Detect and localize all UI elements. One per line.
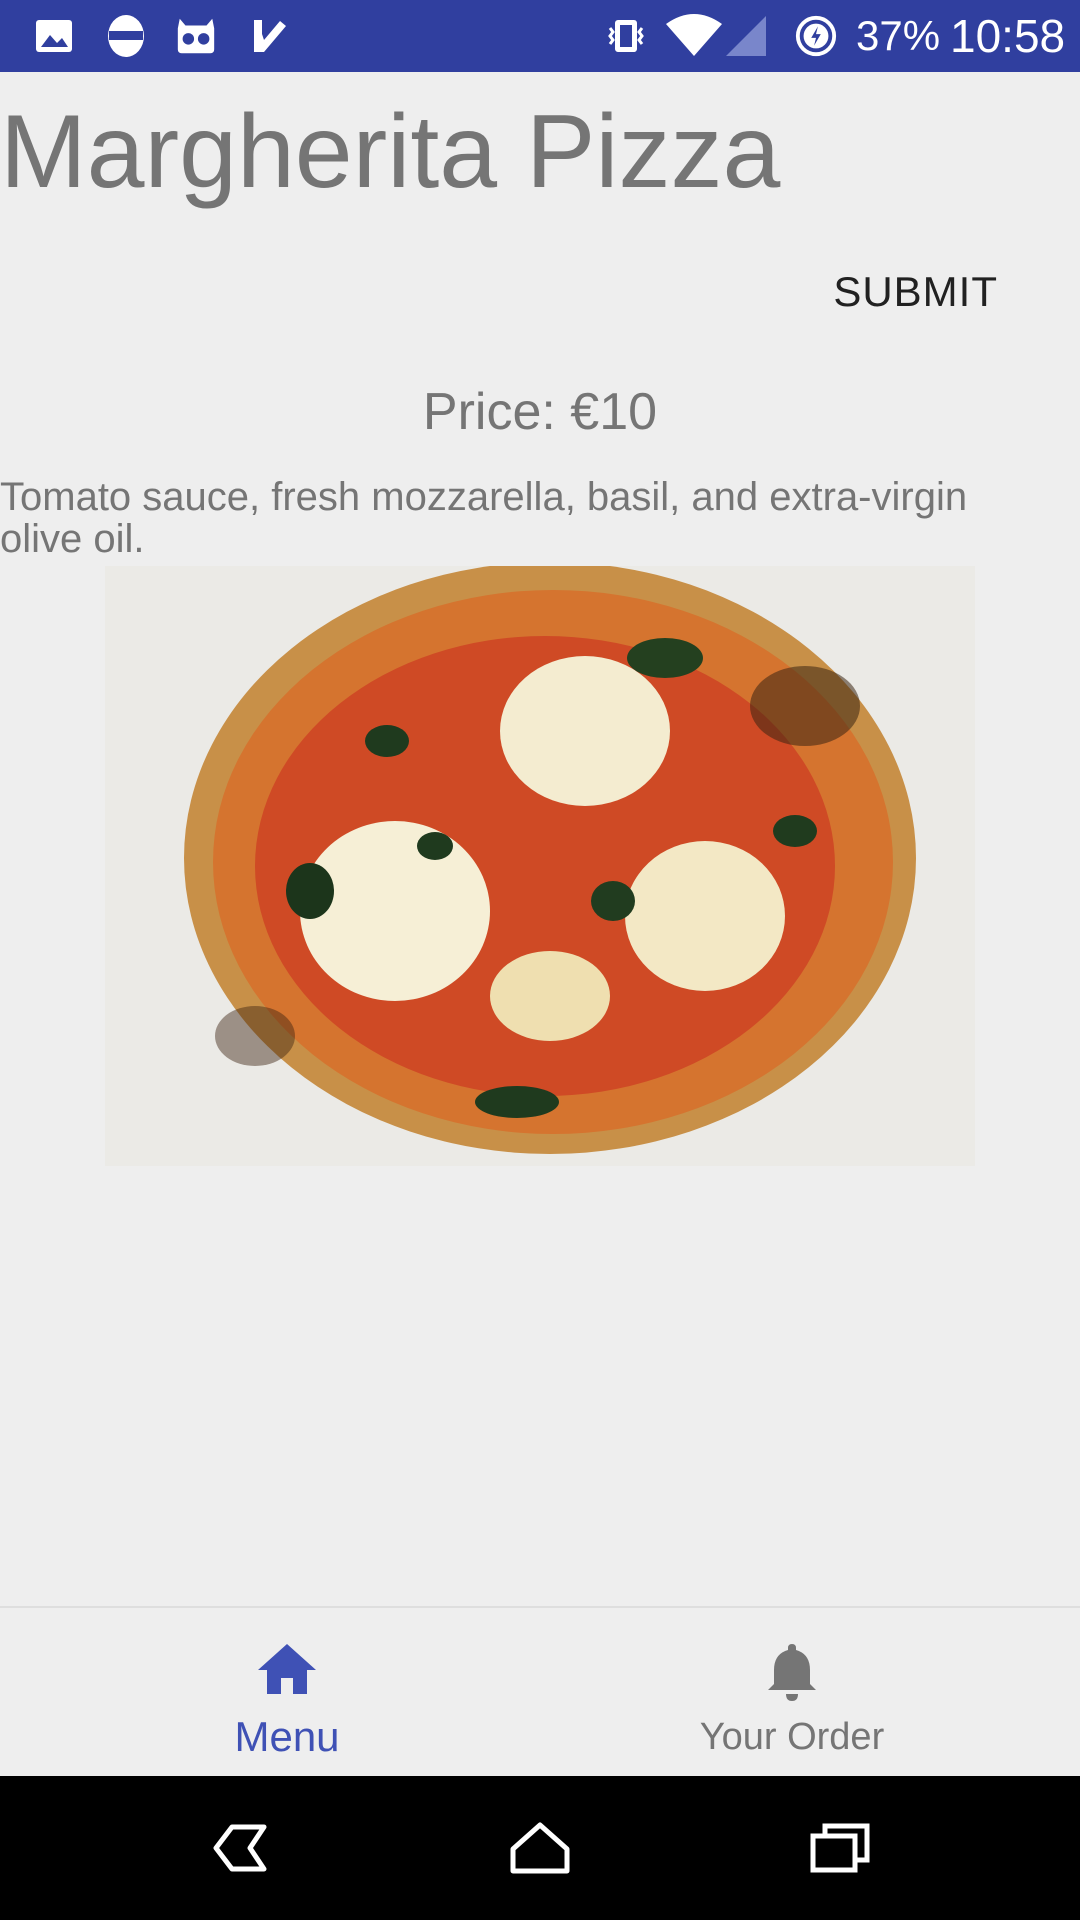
- clock: 10:58: [950, 10, 1066, 62]
- signal-icon: [724, 14, 768, 58]
- home-outline-icon[interactable]: [500, 1812, 580, 1884]
- status-bar: 37% 10:58: [0, 0, 1080, 72]
- submit-button[interactable]: SUBMIT: [833, 262, 998, 322]
- wifi-icon: [664, 14, 724, 58]
- mask-icon: [104, 14, 148, 58]
- recents-icon[interactable]: [800, 1812, 880, 1884]
- system-navigation-bar: [0, 1776, 1080, 1920]
- battery-percent: 37%: [856, 12, 941, 59]
- cyanogen-icon: [174, 14, 218, 58]
- vibrate-icon: [604, 14, 648, 58]
- pizza-photo: [105, 566, 975, 1166]
- nav-menu[interactable]: Menu: [17, 1608, 557, 1778]
- price-label: Price: €10: [422, 383, 658, 441]
- nav-your-order[interactable]: Your Order: [522, 1608, 1062, 1778]
- nav-menu-label: Menu: [234, 1713, 340, 1760]
- description-text: Tomato sauce, fresh mozzarella, basil, a…: [0, 475, 968, 561]
- bell-icon: [759, 1638, 825, 1704]
- page-title: Margherita Pizza: [0, 94, 781, 210]
- battery-saver-icon: [794, 14, 838, 58]
- nav-your-order-label: Your Order: [699, 1716, 885, 1758]
- bottom-navigation: Menu Your Order: [0, 1606, 1080, 1778]
- image-icon: [32, 14, 76, 58]
- home-icon: [254, 1638, 320, 1704]
- back-icon[interactable]: [200, 1812, 280, 1884]
- task-check-icon: [248, 14, 292, 58]
